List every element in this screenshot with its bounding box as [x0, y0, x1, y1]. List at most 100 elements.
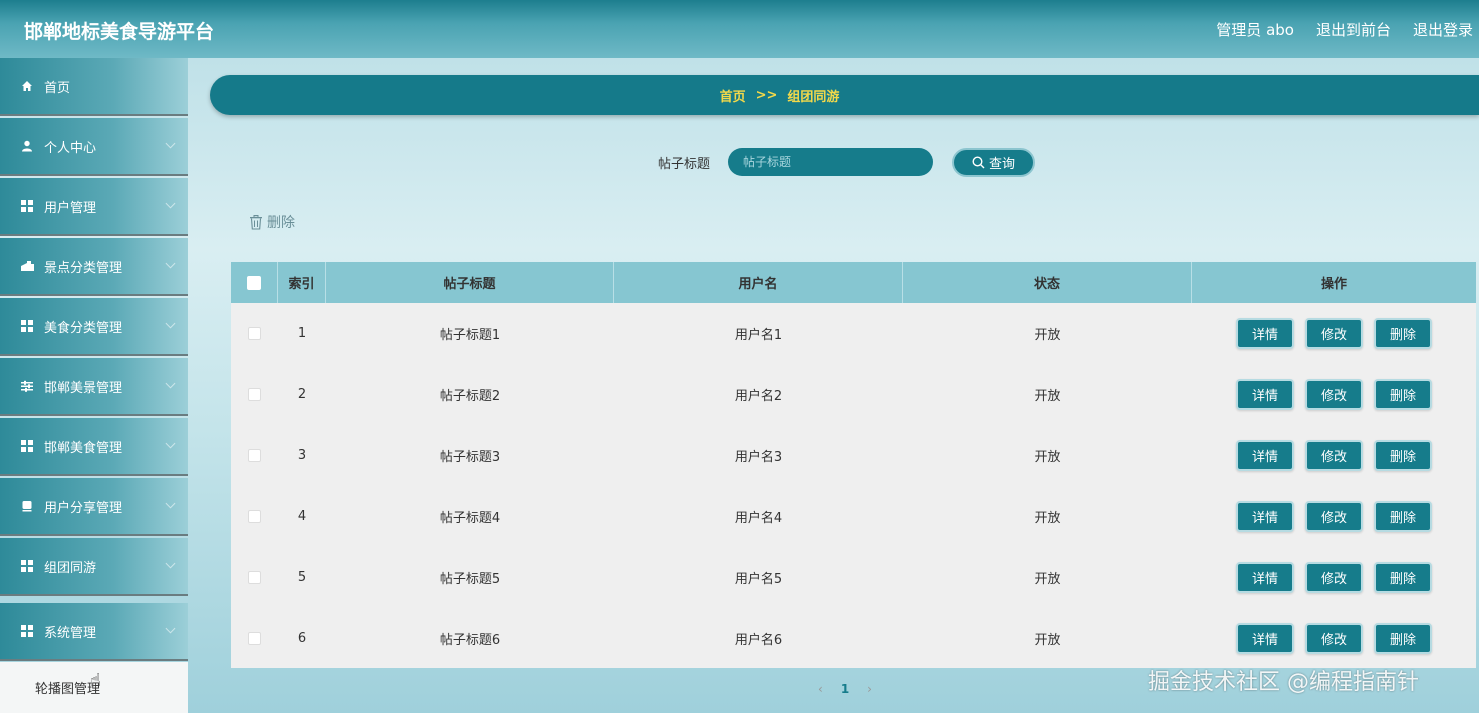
cell-title: 帖子标题2: [439, 389, 501, 404]
cell-index: 3: [297, 448, 307, 463]
edit-button[interactable]: 修改: [1305, 562, 1363, 593]
edit-button[interactable]: 修改: [1305, 440, 1363, 471]
cell-status: 开放: [1034, 450, 1061, 465]
row-checkbox[interactable]: [248, 449, 261, 462]
sidebar-item-home[interactable]: 首页: [0, 58, 188, 116]
sidebar-item-handan-scenery[interactable]: 邯郸美景管理: [0, 358, 188, 416]
sidebar-item-user-management[interactable]: 用户管理: [0, 178, 188, 236]
table-row: 4 帖子标题4 用户名4 开放 详情 修改 删除: [231, 486, 1476, 547]
cell-username: 用户名2: [734, 389, 783, 404]
cell-title: 帖子标题1: [439, 328, 501, 343]
breadcrumb-current: 组团同游: [787, 89, 840, 105]
admin-user-label[interactable]: 管理员 abo: [1216, 19, 1294, 40]
edit-button[interactable]: 修改: [1305, 318, 1363, 349]
cell-username: 用户名5: [734, 572, 783, 587]
delete-button[interactable]: 删除: [1374, 440, 1432, 471]
delete-button[interactable]: 删除: [1374, 501, 1432, 532]
column-header-title: 帖子标题: [326, 262, 614, 303]
table-row: 6 帖子标题6 用户名6 开放 详情 修改 删除: [231, 608, 1476, 669]
table-row: 2 帖子标题2 用户名2 开放 详情 修改 删除: [231, 364, 1476, 425]
table-row: 5 帖子标题5 用户名5 开放 详情 修改 删除: [231, 547, 1476, 608]
detail-button[interactable]: 详情: [1236, 623, 1294, 654]
sidebar-item-label: 首页: [44, 80, 71, 96]
breadcrumb-home[interactable]: 首页: [720, 86, 746, 105]
prev-page-button[interactable]: ‹: [818, 682, 823, 696]
delete-button[interactable]: 删除: [1374, 379, 1432, 410]
cell-username: 用户名4: [734, 511, 783, 526]
search-input[interactable]: [728, 148, 933, 176]
sidebar-item-food-category[interactable]: 美食分类管理: [0, 298, 188, 356]
sidebar-item-personal-center[interactable]: 个人中心: [0, 118, 188, 176]
sidebar-item-system-management[interactable]: 系统管理: [0, 603, 188, 661]
column-header-index: 索引: [278, 262, 326, 303]
delete-button[interactable]: 删除: [1374, 562, 1432, 593]
sidebar-item-handan-food[interactable]: 邯郸美食管理: [0, 418, 188, 476]
chevron-down-icon: [165, 438, 176, 449]
batch-delete-button[interactable]: 删除: [249, 212, 295, 232]
chevron-down-icon: [165, 498, 176, 509]
detail-button[interactable]: 详情: [1236, 379, 1294, 410]
row-checkbox[interactable]: [248, 388, 261, 401]
header-actions: 管理员 abo 退出到前台 退出登录: [1216, 19, 1473, 40]
chevron-down-icon: [165, 558, 176, 569]
table-row: 3 帖子标题3 用户名3 开放 详情 修改 删除: [231, 425, 1476, 486]
chevron-down-icon: [165, 623, 176, 634]
row-checkbox[interactable]: [248, 571, 261, 584]
data-table: 索引 帖子标题 用户名 状态 操作 1 帖子标题1 用户名1 开放 详情 修改 …: [231, 262, 1476, 668]
cell-actions: 详情 修改 删除: [1192, 364, 1476, 425]
home-icon: [20, 79, 34, 93]
grid-icon: [20, 439, 34, 453]
cell-status: 开放: [1034, 511, 1061, 526]
exit-to-front-link[interactable]: 退出到前台: [1316, 19, 1391, 40]
detail-button[interactable]: 详情: [1236, 501, 1294, 532]
row-checkbox[interactable]: [248, 632, 261, 645]
sidebar-item-label: 邯郸美景管理: [44, 380, 123, 396]
column-header-actions: 操作: [1320, 277, 1347, 292]
breadcrumb: 首页 >> 组团同游: [210, 75, 1479, 115]
search-icon: [972, 156, 985, 169]
row-checkbox[interactable]: [248, 327, 261, 340]
chevron-down-icon: [165, 198, 176, 209]
delete-button[interactable]: 删除: [1374, 623, 1432, 654]
cell-index: 2: [297, 387, 307, 402]
detail-button[interactable]: 详情: [1236, 318, 1294, 349]
grid-icon: [20, 624, 34, 638]
mouse-cursor-icon: ☝: [90, 670, 101, 691]
sidebar-item-label: 用户分享管理: [44, 500, 123, 516]
cell-actions: 详情 修改 删除: [1192, 425, 1476, 486]
row-checkbox[interactable]: [248, 510, 261, 523]
edit-button[interactable]: 修改: [1305, 623, 1363, 654]
cell-index: 5: [297, 570, 307, 585]
app-title: 邯郸地标美食导游平台: [24, 21, 215, 43]
edit-button[interactable]: 修改: [1305, 379, 1363, 410]
top-header: 邯郸地标美食导游平台 管理员 abo 退出到前台 退出登录: [0, 0, 1479, 58]
column-header-status: 状态: [903, 262, 1192, 303]
grid-icon: [20, 559, 34, 573]
search-label: 帖子标题: [658, 157, 711, 172]
sidebar-item-group-travel[interactable]: 组团同游: [0, 538, 188, 596]
cell-title: 帖子标题5: [439, 572, 501, 587]
sidebar-item-label: 景点分类管理: [44, 260, 123, 276]
detail-button[interactable]: 详情: [1236, 440, 1294, 471]
logout-link[interactable]: 退出登录: [1413, 19, 1473, 40]
select-all-checkbox[interactable]: [247, 275, 261, 290]
sidebar-item-user-share[interactable]: 用户分享管理: [0, 478, 188, 536]
sidebar: 首页 个人中心 用户管理 景点分类管理 美食分类管理 邯郸美景管理 邯郸美食管理: [0, 58, 192, 713]
cell-username: 用户名1: [734, 328, 783, 343]
search-button[interactable]: 查询: [952, 148, 1035, 177]
next-page-button[interactable]: ›: [867, 682, 872, 696]
current-page[interactable]: 1: [841, 682, 849, 696]
cell-status: 开放: [1034, 633, 1061, 648]
cell-status: 开放: [1034, 328, 1061, 343]
sidebar-item-scenic-category[interactable]: 景点分类管理: [0, 238, 188, 296]
delete-button[interactable]: 删除: [1374, 318, 1432, 349]
detail-button[interactable]: 详情: [1236, 562, 1294, 593]
cell-title: 帖子标题4: [439, 511, 501, 526]
table-header: 索引 帖子标题 用户名 状态 操作: [231, 262, 1476, 303]
edit-button[interactable]: 修改: [1305, 501, 1363, 532]
sidebar-item-label: 组团同游: [44, 560, 97, 576]
user-icon: [20, 139, 34, 153]
sidebar-item-label: 美食分类管理: [44, 320, 123, 336]
cell-actions: 详情 修改 删除: [1192, 608, 1476, 669]
sidebar-item-label: 邯郸美食管理: [44, 440, 123, 456]
